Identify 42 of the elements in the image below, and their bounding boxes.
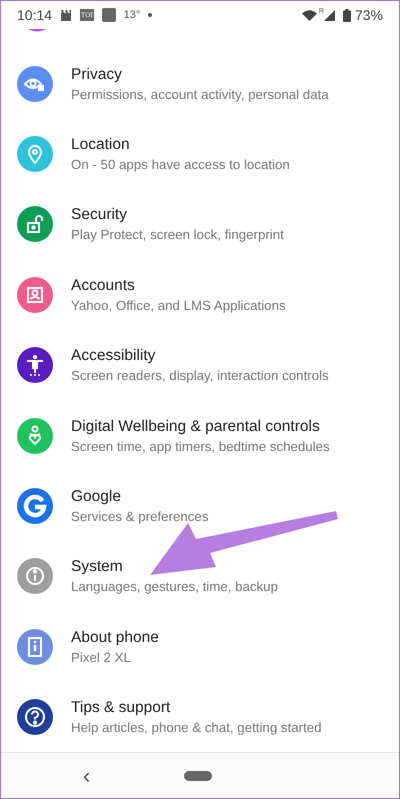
item-subtitle: Languages, gestures, time, backup [71, 579, 278, 594]
item-title: Tips & support [71, 699, 172, 718]
settings-item[interactable]: Accessibility Screen readers, display, interaction controls [1, 330, 399, 400]
item-title: Security [71, 206, 128, 224]
settings-item[interactable]: System Languages, gestures, time, backup [1, 541, 399, 612]
item-subtitle: Screen readers, display, interaction controls [71, 368, 329, 384]
item-subtitle: Services & preferences [71, 509, 208, 524]
item-subtitle: Help articles, phone & chat, getting started [71, 720, 322, 736]
item-subtitle: Yahoo, Office, and LMS Applications [71, 298, 286, 313]
settings-item[interactable]: Digital Wellbeing & parental controls Screen time, app timers, bedtime schedules [1, 400, 399, 471]
battery-percent: 73% [354, 7, 383, 24]
signal-icon [324, 10, 335, 21]
item-title: Digital Wellbeing & parental controls [71, 418, 321, 436]
settings-item[interactable]: Privacy Permissions, account activity, personal data [1, 48, 399, 119]
square-icon [102, 8, 116, 22]
settings-item[interactable]: Tips & support Help articles, phone & chat, getting started [1, 682, 399, 752]
item-title: Google [71, 488, 122, 506]
item-subtitle: Permissions, account activity, personal data [71, 86, 329, 102]
item-title: Location [71, 136, 131, 154]
item-subtitle: On - 50 apps have access to location [71, 157, 290, 172]
settings-item[interactable]: Accounts Yahoo, Office, and LMS Applications [1, 260, 399, 330]
back-button[interactable]: ‹ [79, 764, 94, 787]
wifi-icon [302, 10, 317, 21]
settings-item[interactable]: Google Services & preferences [1, 470, 399, 542]
clapper-icon [60, 10, 72, 21]
item-subtitle: Pixel 2 XL [71, 650, 132, 665]
home-button[interactable] [184, 770, 212, 781]
item-title: About phone [71, 628, 159, 647]
settings-item[interactable]: About phone Pixel 2 XL [1, 612, 399, 682]
item-title: Accounts [71, 276, 136, 295]
settings-item[interactable]: Location On - 50 apps have access to location [1, 118, 399, 190]
item-title: Privacy [71, 66, 123, 84]
temperature: 13° [124, 9, 140, 22]
item-title: System [71, 558, 124, 576]
battery-icon [342, 8, 351, 22]
item-subtitle: Play Protect, screen lock, fingerprint [71, 227, 284, 242]
dot-icon [148, 13, 152, 18]
item-subtitle: Screen time, app timers, bedtime schedules [71, 438, 330, 454]
status-time: 10:14 [17, 7, 52, 24]
item-title: Accessibility [71, 347, 156, 366]
partial-icon [28, 29, 46, 32]
settings-item[interactable]: Security Play Protect, screen lock, fingerprint [1, 189, 399, 260]
